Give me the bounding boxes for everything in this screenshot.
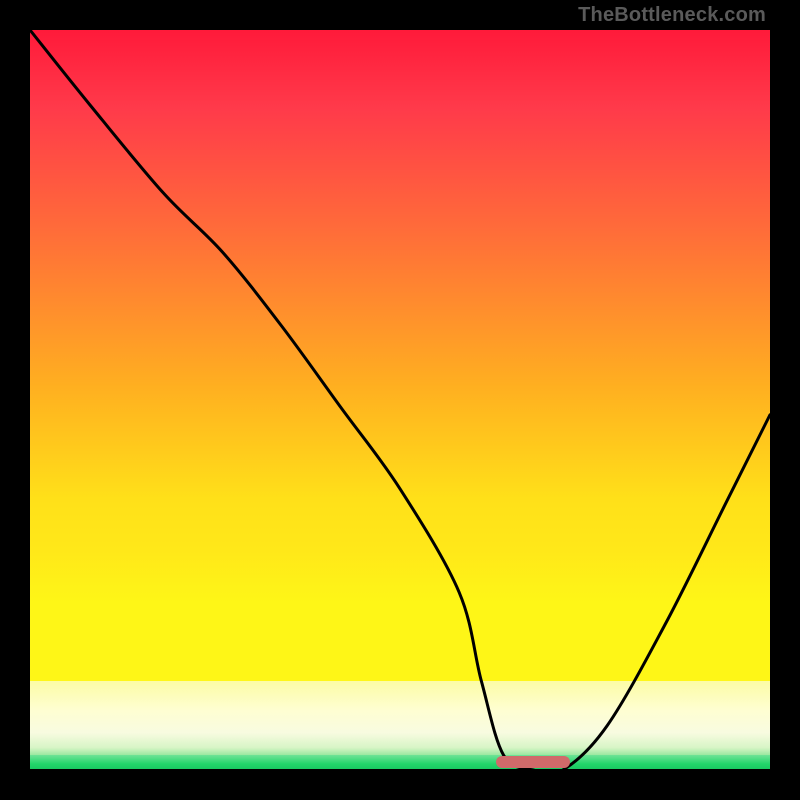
x-axis: [30, 769, 770, 770]
bottleneck-curve: [30, 30, 770, 770]
optimal-range-marker: [496, 756, 570, 768]
chart-frame: TheBottleneck.com: [0, 0, 800, 800]
curve-path: [30, 30, 770, 770]
watermark-text: TheBottleneck.com: [578, 4, 766, 27]
plot-area: [30, 30, 770, 770]
